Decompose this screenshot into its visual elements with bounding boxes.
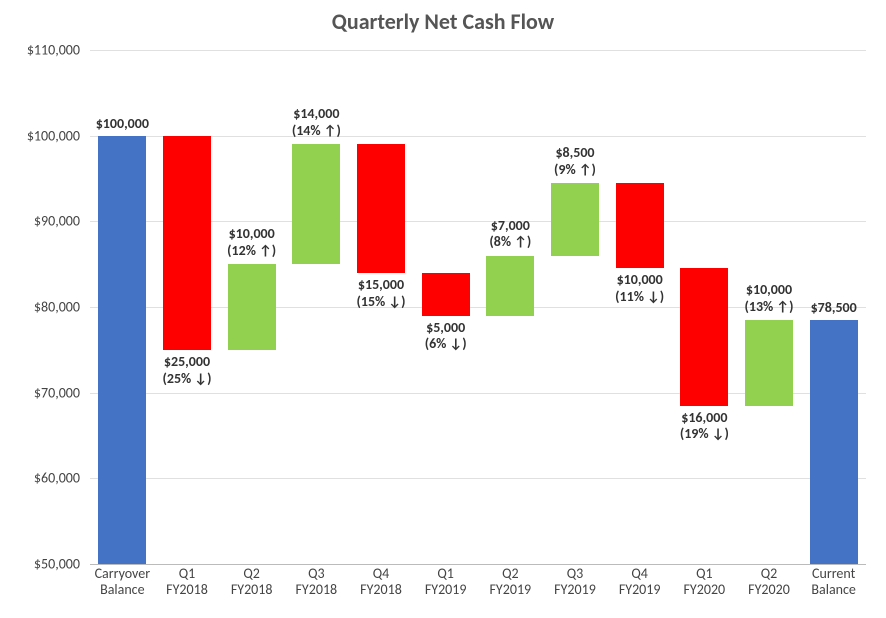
- data-label: $25,000(25% ↓): [155, 354, 220, 388]
- x-tick-label: Q1FY2020: [672, 566, 737, 598]
- data-label: $15,000(15% ↓): [349, 277, 414, 311]
- y-tick-label: $80,000: [8, 299, 80, 316]
- data-label: $16,000(19% ↓): [672, 410, 737, 444]
- bar: [98, 136, 146, 564]
- x-axis-labels: CarryoverBalanceQ1FY2018Q2FY2018Q3FY2018…: [90, 566, 866, 610]
- x-tick-label: Q3FY2019: [543, 566, 608, 598]
- x-tick-label: Q3FY2018: [284, 566, 349, 598]
- y-tick-label: $110,000: [8, 42, 80, 59]
- data-label: $7,000(8% ↑): [478, 218, 543, 252]
- bar: [551, 183, 599, 256]
- y-tick-label: $50,000: [8, 556, 80, 573]
- data-label: $10,000(11% ↓): [607, 272, 672, 306]
- y-tick-label: $90,000: [8, 213, 80, 230]
- waterfall-chart: Quarterly Net Cash Flow $100,000 $25,000(…: [0, 0, 886, 618]
- bar: [680, 268, 728, 405]
- data-label: $10,000(13% ↑): [737, 282, 802, 316]
- gridline: [90, 50, 866, 51]
- x-tick-label: Q2FY2020: [737, 566, 802, 598]
- x-tick-label: CurrentBalance: [801, 566, 866, 598]
- x-tick-label: Q4FY2019: [607, 566, 672, 598]
- bar: [745, 320, 793, 406]
- bar: [810, 320, 858, 564]
- x-tick-label: Q2FY2018: [219, 566, 284, 598]
- data-label: $8,500(9% ↑): [543, 145, 608, 179]
- bar: [163, 136, 211, 350]
- gridline: [90, 564, 866, 565]
- y-tick-label: $60,000: [8, 470, 80, 487]
- chart-title: Quarterly Net Cash Flow: [0, 8, 886, 35]
- y-tick-label: $70,000: [8, 384, 80, 401]
- data-label: $10,000(12% ↑): [219, 226, 284, 260]
- x-tick-label: Q1FY2018: [155, 566, 220, 598]
- x-tick-label: Q1FY2019: [413, 566, 478, 598]
- plot-area: $100,000 $25,000(25% ↓) $10,000(12% ↑) $14,…: [90, 50, 866, 564]
- bar: [616, 183, 664, 269]
- y-tick-label: $100,000: [8, 127, 80, 144]
- bar: [486, 256, 534, 316]
- data-label: $5,000(6% ↓): [413, 320, 478, 354]
- data-label: $78,500: [801, 300, 866, 317]
- data-label: $14,000(14% ↑): [284, 106, 349, 140]
- bar: [228, 264, 276, 350]
- bar: [422, 273, 470, 316]
- x-tick-label: Q4FY2018: [349, 566, 414, 598]
- x-tick-label: Q2FY2019: [478, 566, 543, 598]
- bar: [292, 144, 340, 264]
- x-tick-label: CarryoverBalance: [90, 566, 155, 598]
- bar: [357, 144, 405, 273]
- data-label: $100,000: [90, 116, 155, 133]
- gridline: [90, 478, 866, 479]
